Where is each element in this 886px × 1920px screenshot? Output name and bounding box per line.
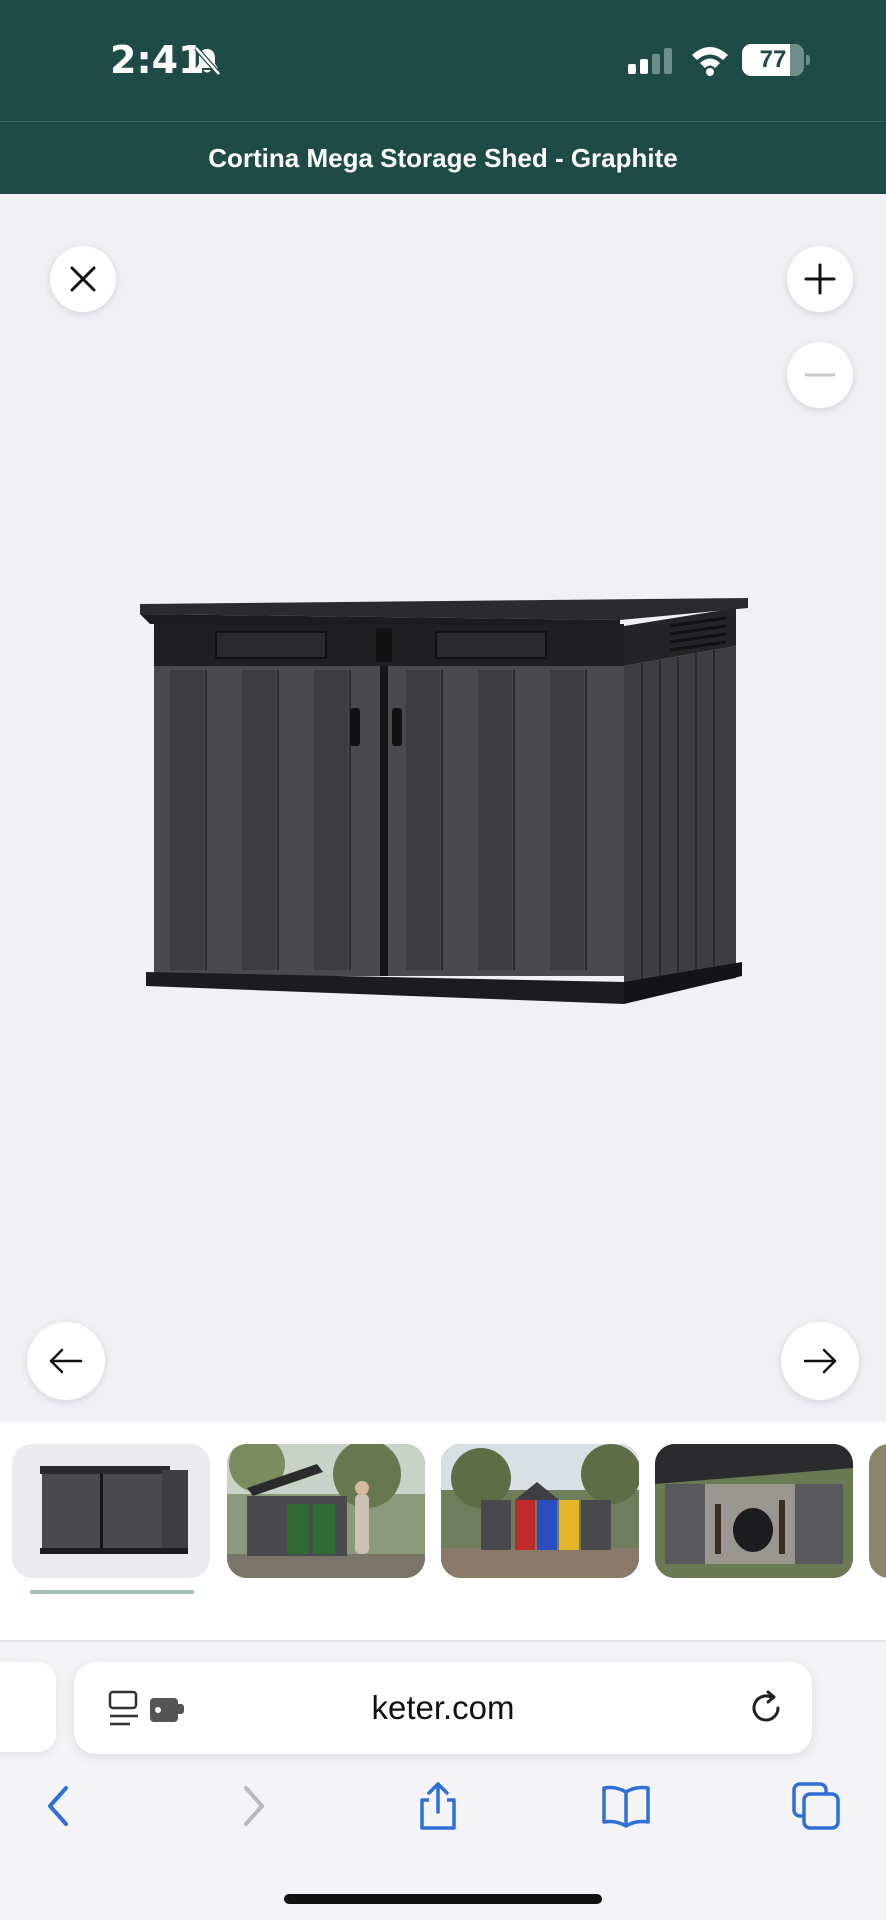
bookmarks-icon[interactable] [600,1780,652,1832]
thumbnail-3[interactable] [441,1444,639,1578]
url-text: keter.com [371,1689,515,1726]
status-bar: 2:41 77 [0,0,886,120]
battery-nub [806,55,810,65]
battery-icon: 77 [742,44,810,76]
battery-level: 77 [759,46,787,73]
close-icon [70,266,96,292]
home-indicator[interactable] [284,1894,602,1904]
battery-body: 77 [742,44,804,76]
zoom-out-icon [804,373,836,377]
cellular-signal-icon [628,48,676,74]
thumbnail-1[interactable] [12,1444,210,1578]
next-image-button[interactable] [781,1322,859,1400]
thumbnail-strip[interactable] [0,1422,886,1642]
forward-icon[interactable] [226,1780,278,1832]
address-bar[interactable]: keter.com [74,1662,812,1754]
arrow-right-icon [803,1348,837,1374]
bell-slash-icon [190,44,224,78]
previous-tab-preview[interactable] [0,1662,56,1752]
wifi-icon [690,44,730,76]
share-icon[interactable] [412,1780,464,1832]
selected-thumbnail-indicator [30,1590,194,1594]
thumbnail-4[interactable] [655,1444,853,1578]
tabs-icon[interactable] [790,1780,842,1832]
arrow-left-icon [49,1348,83,1374]
previous-image-button[interactable] [27,1322,105,1400]
page-title: Cortina Mega Storage Shed - Graphite [208,143,678,173]
close-button[interactable] [50,246,116,312]
thumbnail-5-partial[interactable] [869,1444,886,1578]
image-viewer[interactable] [0,194,886,1422]
thumbnail-2[interactable] [227,1444,425,1578]
zoom-in-button[interactable] [787,246,853,312]
browser-chrome: keter.com [0,1642,886,1920]
zoom-in-icon [804,263,836,295]
top-bar: 2:41 77 Cortina Mega Storage Shed - Grap… [0,0,886,194]
zoom-out-button[interactable] [787,342,853,408]
product-image [130,590,760,1030]
back-icon[interactable] [34,1780,86,1832]
reload-icon[interactable] [746,1688,786,1728]
